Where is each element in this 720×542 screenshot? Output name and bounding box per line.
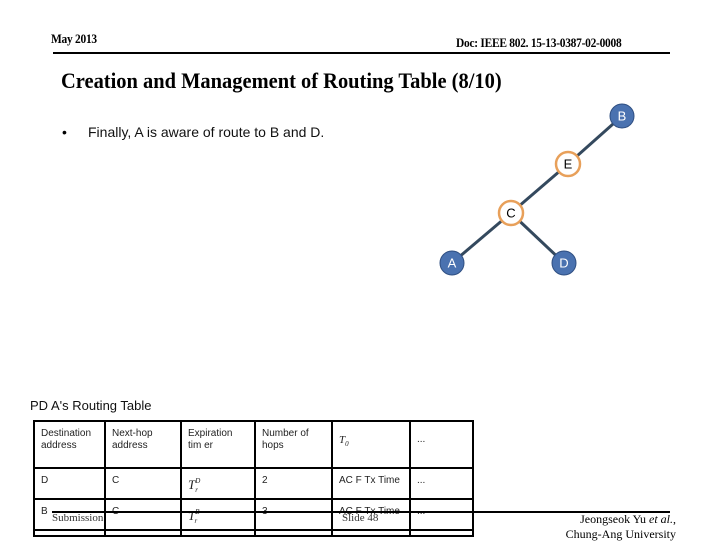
footer-author: Jeongseok Yu et al., Chung-Ang Universit… — [566, 512, 676, 542]
cell-hops: 3 — [254, 498, 333, 531]
header-expiration-line2: tim er — [188, 440, 213, 451]
node-a-label: A — [448, 256, 457, 271]
node-e-label: E — [564, 157, 573, 172]
cell-more: ... — [409, 467, 474, 500]
header-next-hop-line1: Next-hop — [112, 428, 153, 439]
footer-affiliation: Chung-Ang University — [565, 527, 676, 541]
header-hops: Number of hops — [254, 420, 333, 469]
cell-empty — [104, 529, 182, 537]
header-destination-line2: address — [41, 440, 77, 451]
table-header-row: Destination address Next-hop address Expir… — [33, 420, 474, 469]
node-b: B — [609, 103, 635, 129]
cell-empty — [180, 529, 256, 537]
cell-destination: D — [33, 467, 106, 500]
cell-empty — [254, 529, 333, 537]
node-c: C — [497, 199, 525, 227]
node-e: E — [554, 150, 582, 178]
header-more: ... — [409, 420, 474, 469]
node-c-label: C — [506, 206, 515, 221]
footer-author-name: Jeongseok Yu — [580, 512, 649, 526]
table-caption: PD A's Routing Table — [30, 398, 152, 413]
footer-submission: Submission — [52, 512, 104, 524]
timer-subscript: r — [195, 486, 199, 494]
header-destination: Destination address — [33, 420, 106, 469]
header-expiration: Expiration tim er — [180, 420, 256, 469]
node-d: D — [551, 250, 577, 276]
node-b-label: B — [618, 109, 627, 124]
header-next-hop-line2: address — [112, 440, 148, 451]
header-more-text: ... — [417, 434, 426, 445]
node-a: A — [439, 250, 465, 276]
header-hops-line2: hops — [262, 440, 284, 451]
table-row: D C TDr 2 AC F Tx Time ... — [33, 467, 474, 500]
cell-empty — [33, 529, 106, 537]
footer-author-suffix: , — [673, 512, 676, 526]
header-t0-subscript: 0 — [345, 440, 349, 448]
header-next-hop: Next-hop address — [104, 420, 182, 469]
header-hops-line1: Number of — [262, 428, 309, 439]
cell-hops: 2 — [254, 467, 333, 500]
cell-more: ... — [409, 498, 474, 531]
footer-author-etal: et al. — [649, 512, 673, 526]
cell-expiration: TBr — [180, 498, 256, 531]
cell-expiration: TDr — [180, 467, 256, 500]
timer-superscript: D — [195, 477, 201, 485]
node-d-label: D — [559, 256, 568, 271]
cell-next-hop: C — [104, 498, 182, 531]
header-t0: T0 — [331, 420, 411, 469]
header-expiration-line1: Expiration — [188, 428, 233, 439]
cell-empty — [409, 529, 474, 537]
table-row-truncated — [33, 529, 474, 537]
cell-empty — [331, 529, 411, 537]
cell-t0: AC F Tx Time — [331, 467, 411, 500]
header-destination-line1: Destination — [41, 428, 92, 439]
timer-subscript: r — [194, 517, 198, 525]
cell-next-hop: C — [104, 467, 182, 500]
footer-slide-number: Slide 48 — [342, 512, 379, 524]
